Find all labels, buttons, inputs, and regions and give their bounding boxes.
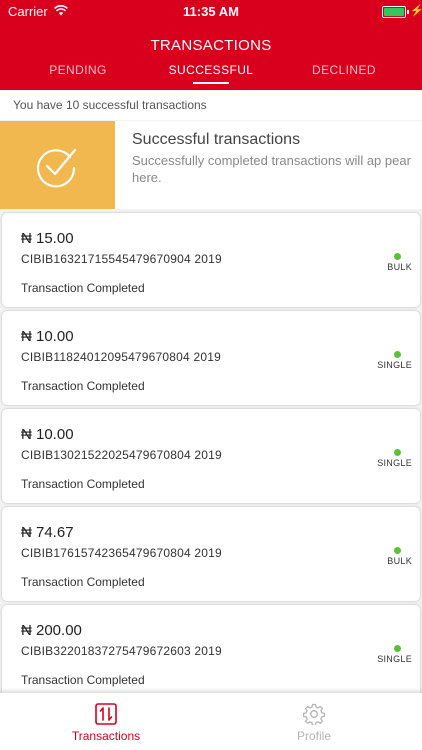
transactions-icon [95, 703, 117, 730]
status-dot-icon [394, 253, 401, 260]
transaction-type: SINGLE [377, 360, 412, 370]
nav-profile[interactable]: Profile [264, 693, 364, 750]
transaction-status: Transaction Completed [21, 477, 145, 491]
page-title: TRANSACTIONS [150, 37, 272, 54]
status-dot-icon [394, 351, 401, 358]
transaction-status: Transaction Completed [21, 673, 145, 687]
status-dot-icon [394, 547, 401, 554]
status-bar: Carrier 11:35 AM ⚡ [0, 0, 422, 22]
transaction-reference: CIBIB13021522025479670804 2019 [21, 448, 222, 462]
transaction-amount: ₦ 10.00 [21, 328, 74, 345]
transaction-reference: CIBIB17615742365479670804 2019 [21, 546, 222, 560]
tab-successful[interactable]: SUCCESSFUL [160, 63, 262, 77]
transaction-card[interactable]: ₦ 10.00 CIBIB11824012095479670804 2019 T… [2, 311, 420, 405]
charging-icon: ⚡ [410, 5, 422, 17]
transaction-count-bar: You have 10 successful transactions [0, 90, 422, 120]
transaction-amount: ₦ 200.00 [21, 622, 82, 639]
transaction-card[interactable]: ₦ 74.67 CIBIB17615742365479670804 2019 T… [2, 507, 420, 601]
bottom-tab-bar: Transactions Profile [0, 693, 422, 750]
status-time: 11:35 AM [183, 4, 239, 19]
gear-icon [302, 703, 326, 730]
banner-title: Successful transactions [132, 131, 301, 148]
transaction-card[interactable]: ₦ 10.00 CIBIB13021522025479670804 2019 T… [2, 409, 420, 503]
transaction-amount: ₦ 15.00 [21, 230, 74, 247]
banner-icon-box [0, 121, 115, 209]
nav-transactions[interactable]: Transactions [56, 693, 156, 750]
transaction-status: Transaction Completed [21, 575, 145, 589]
tab-pending[interactable]: PENDING [28, 63, 128, 77]
transaction-card[interactable]: ₦ 15.00 CIBIB16321715545479670904 2019 T… [2, 213, 420, 307]
transaction-amount: ₦ 74.67 [21, 524, 74, 541]
transaction-type: SINGLE [377, 458, 412, 468]
transaction-card[interactable]: ₦ 200.00 CIBIB32201837275479672603 2019 … [2, 605, 420, 699]
battery-icon [382, 6, 409, 18]
transaction-type: BULK [387, 556, 412, 566]
transaction-amount: ₦ 10.00 [21, 426, 74, 443]
nav-profile-label: Profile [296, 729, 331, 743]
nav-transactions-label: Transactions [71, 729, 141, 743]
transaction-count-text: You have 10 successful transactions [13, 98, 207, 112]
info-banner: Successful transactions Successfully com… [0, 121, 422, 209]
transaction-type: BULK [387, 262, 412, 272]
transaction-status: Transaction Completed [21, 281, 145, 295]
status-dot-icon [394, 645, 401, 652]
transaction-status: Transaction Completed [21, 379, 145, 393]
tab-declined[interactable]: DECLINED [294, 63, 394, 77]
app-header: Carrier 11:35 AM ⚡ TRANSACTIONS PENDING … [0, 0, 422, 90]
checkmark-icon [36, 148, 77, 188]
transaction-reference: CIBIB16321715545479670904 2019 [21, 252, 222, 266]
active-tab-indicator [193, 82, 229, 84]
banner-description: Successfully completed transactions will… [132, 153, 411, 185]
transaction-type: SINGLE [377, 654, 412, 664]
status-dot-icon [394, 449, 401, 456]
transaction-reference: CIBIB32201837275479672603 2019 [21, 644, 222, 658]
transaction-reference: CIBIB11824012095479670804 2019 [21, 350, 221, 364]
